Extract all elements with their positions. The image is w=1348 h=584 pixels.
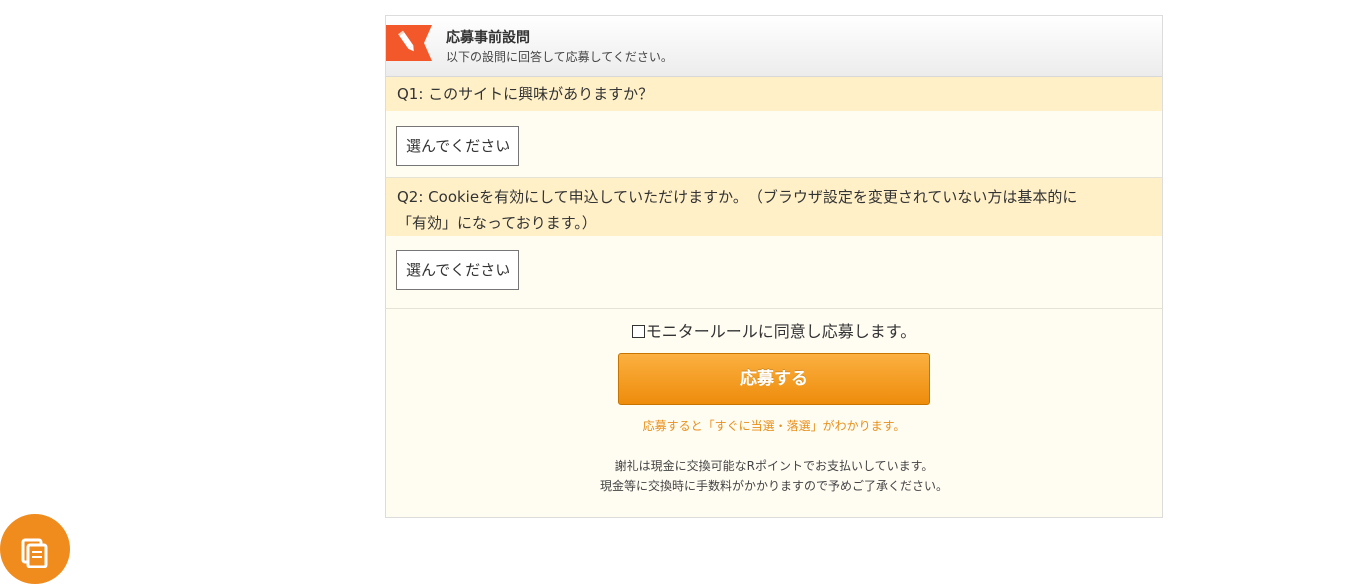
- question-1-select-value: 選んでください: [406, 137, 511, 155]
- question-2-select[interactable]: 選んでください ⌄: [396, 250, 519, 290]
- panel-header: 応募事前設問 以下の設問に回答して応募してください。: [386, 16, 1162, 77]
- question-1-answer-row: 選んでください ⌄: [386, 111, 1162, 178]
- reward-notice-line2: 現金等に交換時に手数料がかかりますので予めご了承ください。: [599, 479, 948, 493]
- question-2-label-line2: 「有効」になっております。）: [397, 214, 597, 232]
- question-2-answer-row: 選んでください ⌄: [386, 236, 1162, 309]
- question-2-select-value: 選んでください: [406, 261, 511, 279]
- pre-application-survey-panel: 応募事前設問 以下の設問に回答して応募してください。 Q1: このサイトに興味が…: [385, 15, 1163, 518]
- pencil-icon: [386, 25, 432, 61]
- question-1-label: Q1: このサイトに興味がありますか？: [386, 77, 1162, 111]
- agree-checkbox-row[interactable]: モニタールールに同意し応募します。: [386, 320, 1162, 344]
- agree-checkbox[interactable]: [631, 325, 645, 338]
- apply-button[interactable]: 応募する: [618, 353, 930, 405]
- question-2-label-line1: Q2: Cookieを有効にして申込していただけますか。 （ブラウザ設定を変更さ…: [397, 188, 1078, 206]
- reward-notice-line1: 謝礼は現金に交換可能なRポイントでお支払いしています。: [614, 459, 934, 473]
- question-2-label: Q2: Cookieを有効にして申込していただけますか。 （ブラウザ設定を変更さ…: [386, 178, 1162, 236]
- instant-result-note: 応募すると「すぐに当選・落選」がわかります。: [642, 419, 906, 433]
- agree-label: モニタールールに同意し応募します。: [645, 322, 917, 341]
- chevron-down-icon: ⌄: [500, 140, 510, 153]
- chevron-down-icon: ⌄: [500, 264, 510, 277]
- floating-action-button[interactable]: [0, 514, 70, 584]
- panel-subtitle: 以下の設問に回答して応募してください。: [446, 50, 673, 64]
- panel-title: 応募事前設問: [446, 30, 530, 46]
- reward-notice: 謝礼は現金に交換可能なRポイントでお支払いしています。 現金等に交換時に手数料が…: [386, 456, 1162, 496]
- question-1-select[interactable]: 選んでください ⌄: [396, 126, 519, 166]
- document-icon: [19, 538, 49, 569]
